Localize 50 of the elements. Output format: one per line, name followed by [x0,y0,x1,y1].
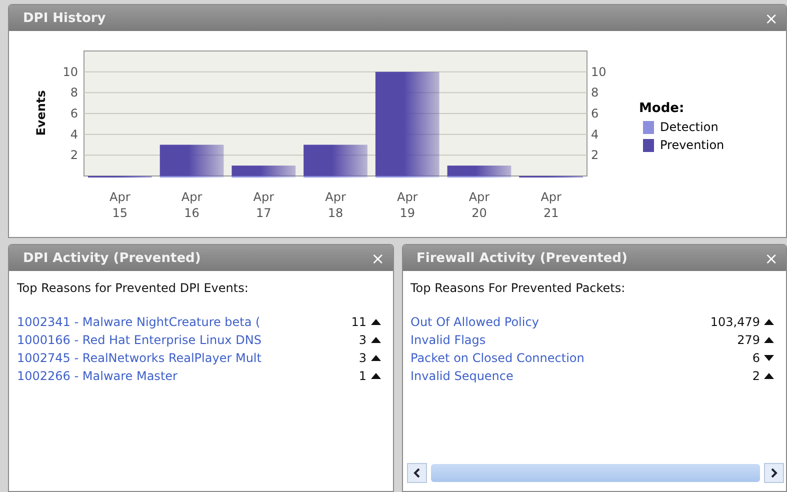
reason-link[interactable]: 1002266 - Malware Master [17,369,355,383]
x-tick-label: Apr 20 [468,189,490,221]
count-text: 2 [752,369,760,383]
count-text: 11 [351,315,366,329]
x-tick-label: Apr 21 [540,189,562,221]
chevron-right-icon [770,468,778,478]
close-button[interactable]: × [764,8,778,28]
scrollbar-thumb[interactable] [430,464,760,482]
panel-title: DPI History [23,10,106,26]
reason-link[interactable]: Invalid Flags [410,333,734,347]
scroll-right-button[interactable] [764,463,784,483]
y-tick-label: 8 [70,86,78,100]
count-text: 3 [358,333,366,347]
legend-title: Mode: [639,101,686,116]
count-text: 279 [737,333,760,347]
close-button[interactable]: × [371,248,384,268]
reason-link[interactable]: 1000166 - Red Hat Enterprise Linux DNS [17,333,355,347]
y-tick-label: 2 [70,148,78,162]
reason-link[interactable]: Out Of Allowed Policy [410,315,706,329]
x-tick-label: Apr 16 [181,189,202,221]
y-tick-label: 2 [591,148,599,162]
y-tick-label: 4 [591,127,599,142]
reason-link[interactable]: 1002341 - Malware NightCreature beta ( [17,315,348,329]
count-text: 1 [358,369,366,383]
x-tick-label: Apr 19 [396,189,418,221]
count-text: 3 [358,351,366,365]
reason-link[interactable]: Invalid Sequence [410,369,748,383]
y-axis-title: Events [34,90,48,136]
y-tick-label: 10 [62,64,78,79]
legend-label: Detection [660,120,718,134]
x-tick-label: Apr 18 [325,189,346,221]
close-button[interactable]: × [764,248,778,268]
reason-link[interactable]: 1002745 - RealNetworks RealPlayer Mult [17,351,355,365]
section-heading: Top Reasons for Prevented DPI Events: [17,281,250,295]
y-tick-label: 10 [591,64,606,79]
chevron-left-icon [412,468,420,478]
x-tick-label: Apr 15 [110,189,130,221]
reason-link[interactable]: Packet on Closed Connection [410,351,748,365]
y-tick-label: 6 [591,106,599,120]
x-tick-label: Apr 17 [253,189,274,221]
count-text: 6 [752,351,760,365]
y-tick-label: 8 [591,86,599,100]
y-tick-label: 6 [70,106,78,120]
scroll-left-button[interactable] [406,463,426,483]
y-tick-label: 4 [70,127,78,142]
count-text: 103,479 [710,315,760,329]
legend-label: Prevention [660,138,724,152]
section-heading: Top Reasons For Prevented Packets: [410,281,626,295]
panel-title: Firewall Activity (Prevented) [416,250,628,266]
panel-title: DPI Activity (Prevented) [23,250,201,266]
